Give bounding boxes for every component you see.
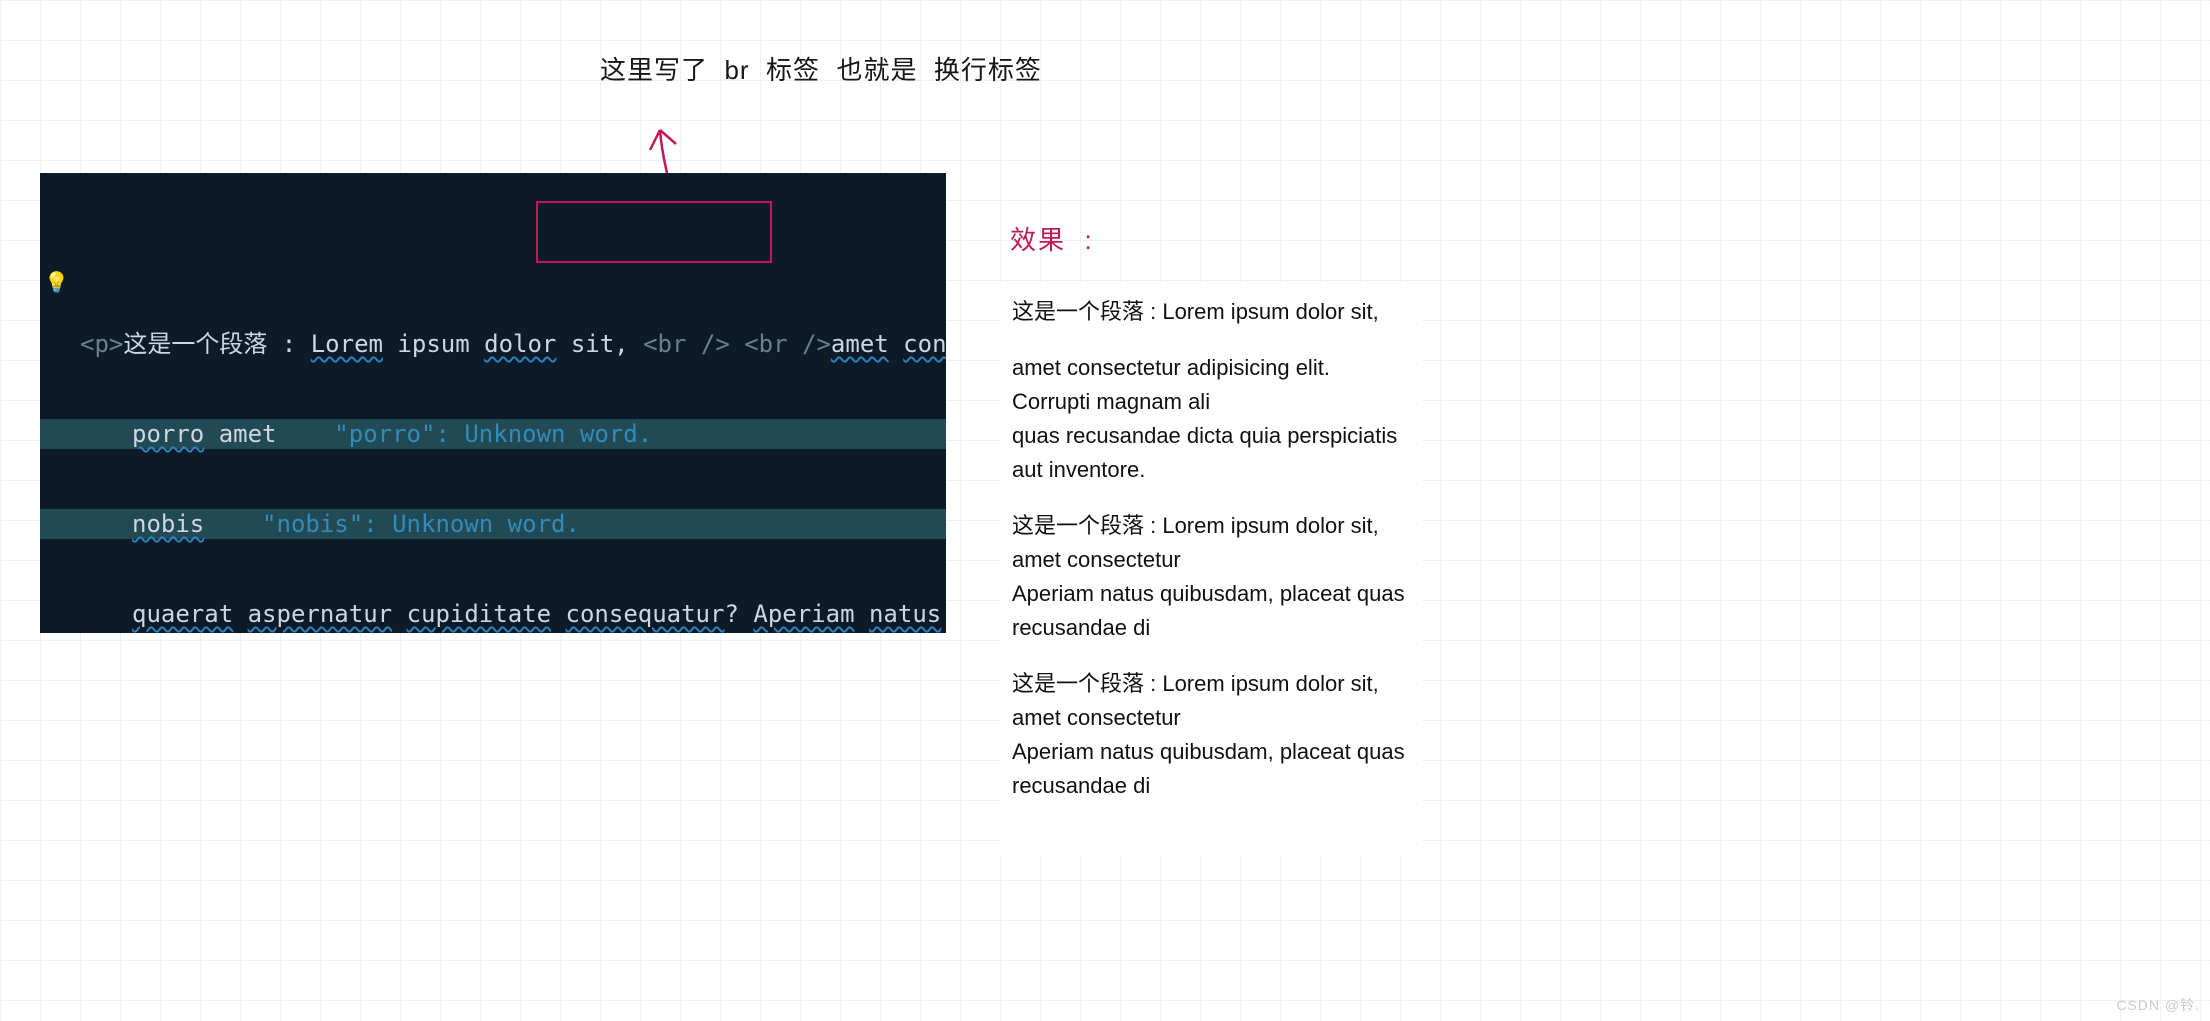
watermark: CSDN @铃. (2116, 995, 2200, 1015)
code-line[interactable]: quaerat aspernatur cupiditate consequatu… (80, 599, 946, 629)
lightbulb-icon[interactable]: 💡 (44, 271, 66, 293)
annotation-top-text: 这里写了 br 标签 也就是 换行标签 (600, 50, 1042, 87)
code-line[interactable]: porro amet "porro": Unknown word. (80, 419, 946, 449)
preview-paragraph: amet consectetur adipisicing elit. Corru… (1012, 351, 1412, 487)
code-line[interactable]: <p>这是一个段落 : Lorem ipsum dolor sit, <br /… (80, 329, 946, 359)
editor-lines: <p>这是一个段落 : Lorem ipsum dolor sit, <br /… (80, 209, 946, 633)
code-editor[interactable]: 💡 <p>这是一个段落 : Lorem ipsum dolor sit, <br… (40, 173, 946, 633)
editor-gutter: 💡 (40, 173, 70, 633)
preview-paragraph: 这是一个段落 : Lorem ipsum dolor sit, amet con… (1012, 667, 1412, 803)
stage: 这里写了 br 标签 也就是 换行标签 💡 <p>这是一个段落 : Lorem … (0, 0, 2210, 1021)
preview-paragraph: 这是一个段落 : Lorem ipsum dolor sit, (1012, 295, 1412, 329)
preview-paragraph: 这是一个段落 : Lorem ipsum dolor sit, amet con… (1012, 509, 1412, 645)
render-preview: 这是一个段落 : Lorem ipsum dolor sit, amet con… (1000, 283, 1422, 855)
effect-label: 效果 : (1010, 220, 1094, 257)
code-line[interactable]: nobis "nobis": Unknown word. (80, 509, 946, 539)
